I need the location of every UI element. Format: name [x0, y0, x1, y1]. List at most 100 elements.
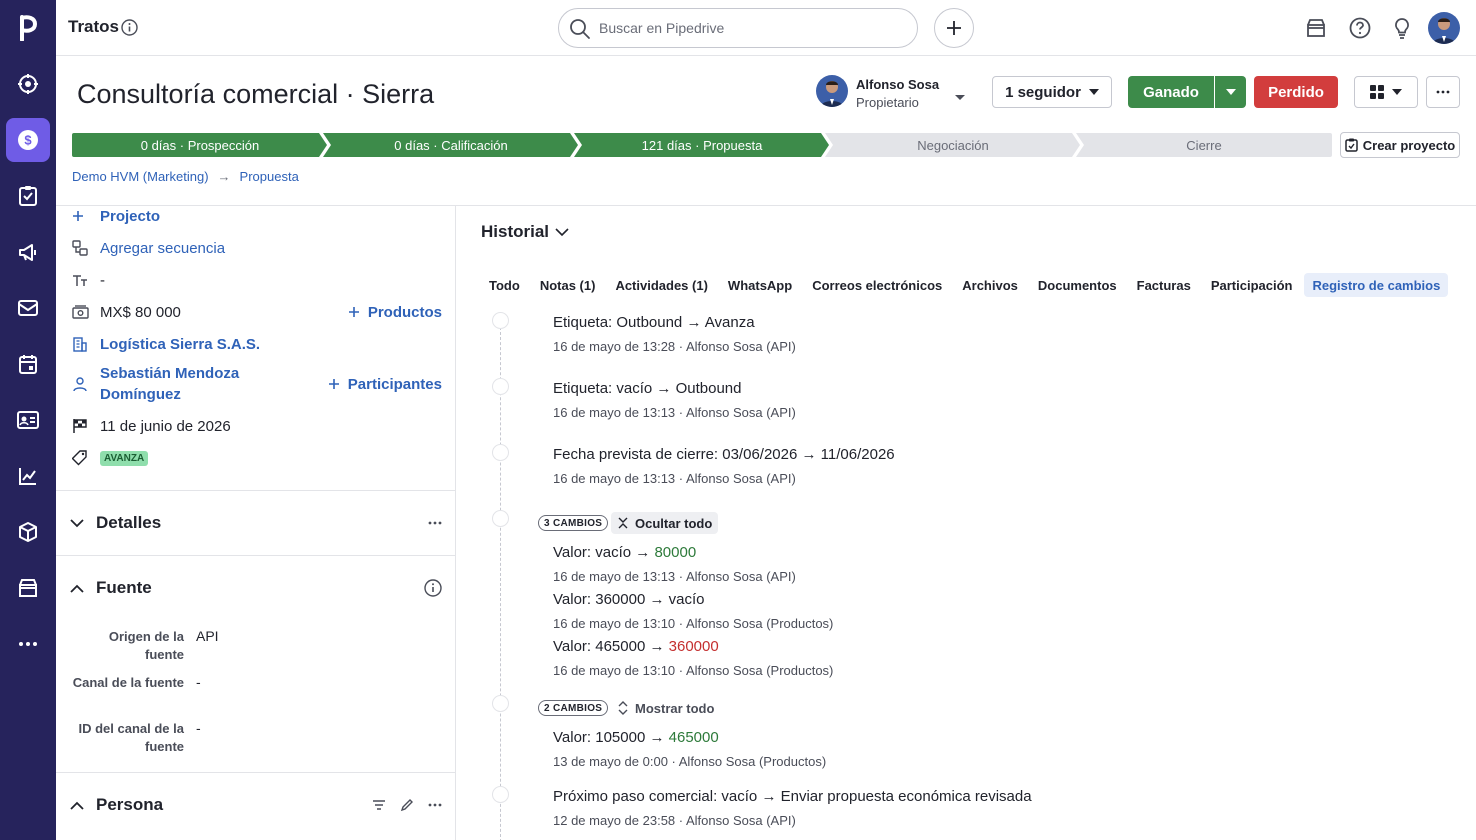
- tab-notas[interactable]: Notas (1): [532, 273, 604, 297]
- change-arrow: →: [686, 314, 702, 331]
- tab-todo[interactable]: Todo: [481, 273, 528, 297]
- activities-icon[interactable]: [6, 174, 50, 218]
- change-entry: Fecha prevista de cierre: 03/06/2026 → 1…: [553, 446, 895, 463]
- change-arrow: →: [656, 380, 672, 397]
- stage-propuesta[interactable]: 121 días · Propuesta: [574, 133, 830, 157]
- change-meta: 16 de mayo de 13:10 · Alfonso Sosa (Prod…: [553, 616, 834, 631]
- followers-button[interactable]: 1 seguidor: [992, 76, 1112, 108]
- won-options-button[interactable]: [1215, 76, 1246, 108]
- change-meta: 12 de mayo de 23:58 · Alfonso Sosa (API): [553, 813, 796, 828]
- calendar-icon[interactable]: [6, 342, 50, 386]
- tab-correos[interactable]: Correos electrónicos: [804, 273, 950, 297]
- hide-all-button[interactable]: Ocultar todo: [611, 512, 719, 534]
- history-header[interactable]: Historial: [481, 222, 569, 242]
- owner-avatar: [816, 75, 848, 107]
- info-icon[interactable]: [121, 19, 138, 39]
- left-nav: $: [0, 0, 56, 840]
- change-separator: :: [586, 544, 592, 561]
- ellipsis-icon[interactable]: [428, 521, 442, 525]
- stage-negociacion[interactable]: Negociación: [825, 133, 1081, 157]
- create-project-button[interactable]: Crear proyecto: [1340, 132, 1460, 158]
- change-separator: :: [586, 591, 592, 608]
- stage-cierre[interactable]: Cierre: [1076, 133, 1332, 157]
- more-actions-button[interactable]: [1426, 76, 1460, 108]
- source-channel-id-value[interactable]: -: [196, 720, 201, 736]
- person-section-header[interactable]: Persona: [70, 793, 442, 817]
- ellipsis-icon[interactable]: [428, 803, 442, 807]
- stage-prospeccion[interactable]: 0 días · Prospección: [72, 133, 328, 157]
- person-link[interactable]: Sebastián Mendoza Domínguez: [100, 363, 270, 405]
- search-input[interactable]: [599, 18, 899, 38]
- add-sequence-link[interactable]: Agregar secuencia: [100, 240, 225, 257]
- chevron-down-icon: [70, 518, 96, 528]
- insights-icon[interactable]: [6, 454, 50, 498]
- source-channel-value[interactable]: -: [196, 674, 201, 690]
- deal-value[interactable]: MX$ 80 000: [100, 304, 181, 321]
- owner-selector[interactable]: Alfonso Sosa Propietario: [816, 75, 976, 111]
- tab-documentos[interactable]: Documentos: [1030, 273, 1125, 297]
- more-icon[interactable]: [6, 622, 50, 666]
- timeline-dot: [492, 695, 509, 712]
- add-products-button[interactable]: Productos: [348, 304, 442, 321]
- pipedrive-logo-icon[interactable]: [0, 0, 56, 56]
- history-tabs: Todo Notas (1) Actividades (1) WhatsApp …: [481, 273, 1452, 297]
- tab-participacion[interactable]: Participación: [1203, 273, 1301, 297]
- breadcrumb-pipeline[interactable]: Demo HVM (Marketing): [72, 169, 209, 184]
- sequence-icon: [72, 240, 100, 256]
- changelog-timeline: Etiqueta: Outbound → Avanza 16 de mayo d…: [457, 306, 1476, 840]
- change-to: Avanza: [704, 314, 755, 331]
- change-from: Outbound: [616, 314, 683, 331]
- won-button[interactable]: Ganado: [1128, 76, 1214, 108]
- lost-button[interactable]: Perdido: [1254, 76, 1338, 108]
- close-date[interactable]: 11 de junio de 2026: [100, 418, 231, 435]
- project-link[interactable]: Projecto: [100, 208, 160, 225]
- deals-icon[interactable]: $: [6, 118, 50, 162]
- breadcrumb-stage[interactable]: Propuesta: [240, 169, 299, 184]
- quick-add-button[interactable]: [934, 8, 974, 48]
- label-tag[interactable]: AVANZA: [100, 450, 149, 466]
- change-meta: 16 de mayo de 13:10 · Alfonso Sosa (Prod…: [553, 663, 834, 678]
- deal-sidebar: Projecto Agregar secuencia - MX$ 80 000 …: [56, 206, 456, 840]
- filter-icon[interactable]: [372, 799, 386, 811]
- caret-down-icon: [1225, 89, 1236, 95]
- view-mode-button[interactable]: [1354, 76, 1418, 108]
- change-entry: Valor: 105000 → 465000: [553, 729, 719, 746]
- marketplace-top-icon[interactable]: [1304, 16, 1328, 40]
- tab-actividades[interactable]: Actividades (1): [607, 273, 715, 297]
- change-field: Valor: [553, 544, 587, 561]
- source-origin-value[interactable]: API: [196, 628, 219, 644]
- user-avatar[interactable]: [1428, 12, 1460, 44]
- leads-icon[interactable]: [6, 62, 50, 106]
- change-entry: Valor: 360000 → vacío: [553, 591, 705, 608]
- show-all-button[interactable]: Mostrar todo: [611, 697, 720, 719]
- tab-registro-cambios[interactable]: Registro de cambios: [1304, 273, 1449, 297]
- organization-link[interactable]: Logística Sierra S.A.S.: [100, 336, 260, 353]
- details-title: Detalles: [96, 513, 162, 532]
- source-section-header[interactable]: Fuente: [70, 576, 442, 600]
- plus-icon: [72, 210, 100, 222]
- breadcrumb-arrow: →: [217, 169, 231, 184]
- stage-label: Negociación: [917, 137, 989, 153]
- stage-calificacion[interactable]: 0 días · Calificación: [323, 133, 579, 157]
- section-divider: [56, 772, 455, 773]
- change-to: Enviar propuesta económica revisada: [780, 788, 1032, 805]
- lightbulb-icon[interactable]: [1390, 16, 1414, 40]
- products-icon[interactable]: [6, 510, 50, 554]
- tab-facturas[interactable]: Facturas: [1129, 273, 1199, 297]
- add-participants-button[interactable]: Participantes: [328, 376, 442, 393]
- tab-archivos[interactable]: Archivos: [954, 273, 1026, 297]
- tab-whatsapp[interactable]: WhatsApp: [720, 273, 800, 297]
- stage-label: 0 días · Calificación: [394, 137, 508, 153]
- contacts-icon[interactable]: [6, 398, 50, 442]
- edit-icon[interactable]: [400, 798, 414, 812]
- help-icon[interactable]: [1348, 16, 1372, 40]
- text-field-value[interactable]: -: [100, 272, 105, 289]
- search-box[interactable]: [558, 8, 918, 48]
- deal-title[interactable]: Consultoría comercial · Sierra: [77, 79, 434, 110]
- change-arrow: →: [649, 638, 665, 655]
- info-icon[interactable]: [424, 579, 442, 597]
- details-section-header[interactable]: Detalles: [70, 511, 442, 535]
- mail-icon[interactable]: [6, 286, 50, 330]
- campaigns-icon[interactable]: [6, 230, 50, 274]
- marketplace-icon[interactable]: [6, 566, 50, 610]
